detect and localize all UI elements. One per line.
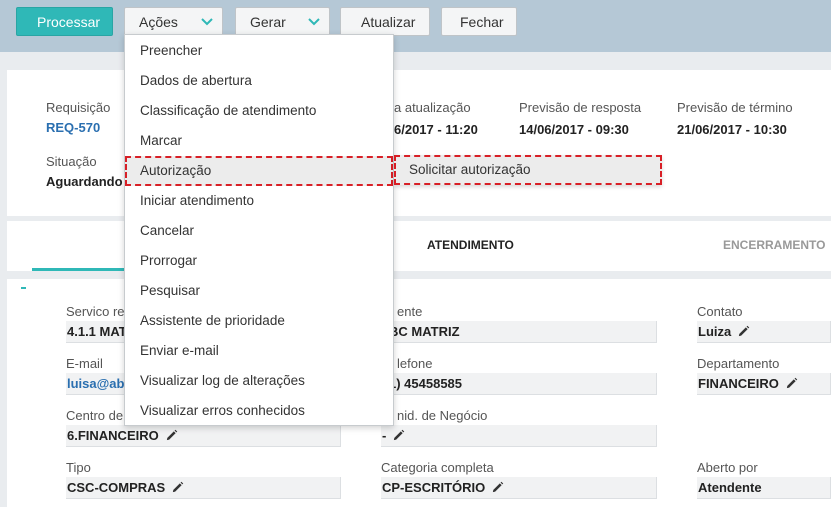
pencil-icon[interactable] [171, 481, 184, 494]
menu-item-autorizacao[interactable]: Autorização [125, 156, 393, 186]
email-label: E-mail [66, 356, 103, 371]
cliente-label: ente [397, 304, 423, 319]
processar-button[interactable]: Processar [16, 7, 113, 36]
menu-item-preencher[interactable]: Preencher [125, 36, 393, 66]
menu-item-erros-conhecidos[interactable]: Visualizar erros conhecidos [125, 396, 393, 426]
menu-item-cancelar[interactable]: Cancelar [125, 216, 393, 246]
previsao-resposta-value: 14/06/2017 - 09:30 [519, 122, 629, 137]
ultima-atualizacao-label: a atualização [394, 100, 471, 115]
atualizar-button[interactable]: Atualizar [340, 7, 430, 36]
categoria-text: CP-ESCRITÓRIO [382, 480, 486, 495]
unid-value: - [382, 428, 405, 443]
menu-item-classificacao[interactable]: Classificação de atendimento [125, 96, 393, 126]
menu-item-marcar[interactable]: Marcar [125, 126, 393, 156]
contato-label: Contato [697, 304, 743, 319]
tab-encerramento[interactable]: ENCERRAMENTO [723, 238, 825, 252]
tipo-label: Tipo [66, 460, 91, 475]
submenu-item-solicitar-autorizacao[interactable]: Solicitar autorização [394, 155, 662, 185]
pencil-icon[interactable] [165, 429, 178, 442]
chevron-down-icon [308, 18, 320, 26]
previsao-termino-label: Previsão de término [677, 100, 793, 115]
collapse-marker [21, 287, 26, 289]
categoria-value: CP-ESCRITÓRIO [382, 480, 504, 495]
chevron-down-icon [201, 18, 213, 26]
unid-text: - [382, 428, 387, 443]
unid-label: nid. de Negócio [397, 408, 488, 423]
pencil-icon[interactable] [737, 325, 750, 338]
telefone-label: lefone [397, 356, 433, 371]
pencil-icon[interactable] [491, 481, 504, 494]
menu-item-pesquisar[interactable]: Pesquisar [125, 276, 393, 306]
acoes-label: Ações [139, 13, 178, 30]
tab-atendimento[interactable]: ATENDIMENTO [427, 238, 514, 252]
previsao-resposta-label: Previsão de resposta [519, 100, 642, 115]
menu-item-prorrogar[interactable]: Prorrogar [125, 246, 393, 276]
tipo-text: CSC-COMPRAS [67, 480, 166, 495]
aberto-value: Atendente [698, 480, 762, 495]
requisicao-link[interactable]: REQ-570 [46, 120, 100, 135]
pencil-icon[interactable] [785, 377, 798, 390]
fechar-button[interactable]: Fechar [441, 7, 517, 36]
pencil-icon[interactable] [392, 429, 405, 442]
contato-value: Luiza [698, 324, 750, 339]
centro-text: 6.FINANCEIRO [67, 428, 159, 443]
tipo-value: CSC-COMPRAS [67, 480, 184, 495]
menu-item-assistente-prioridade[interactable]: Assistente de prioridade [125, 306, 393, 336]
departamento-text: FINANCEIRO [698, 376, 779, 391]
ultima-atualizacao-value: 6/2017 - 11:20 [394, 122, 478, 137]
menu-item-log-alteracoes[interactable]: Visualizar log de alterações [125, 366, 393, 396]
gerar-label: Gerar [250, 13, 286, 30]
centro-value: 6.FINANCEIRO [67, 428, 178, 443]
email-value[interactable]: luisa@ab [67, 376, 124, 391]
gerar-button[interactable]: Gerar [235, 7, 330, 36]
servico-label: Servico req [66, 304, 132, 319]
menu-item-iniciar-atendimento[interactable]: Iniciar atendimento [125, 186, 393, 216]
acoes-button[interactable]: Ações [124, 7, 223, 36]
aberto-label: Aberto por [697, 460, 758, 475]
previsao-termino-value: 21/06/2017 - 10:30 [677, 122, 787, 137]
departamento-value: FINANCEIRO [698, 376, 798, 391]
acoes-dropdown-menu: Preencher Dados de abertura Classificaçã… [124, 34, 394, 426]
departamento-label: Departamento [697, 356, 780, 371]
unid-field [381, 425, 657, 447]
situacao-value: Aguardando [46, 174, 123, 189]
menu-item-dados-abertura[interactable]: Dados de abertura [125, 66, 393, 96]
menu-item-enviar-email[interactable]: Enviar e-mail [125, 336, 393, 366]
categoria-label: Categoria completa [381, 460, 494, 475]
situacao-label: Situação [46, 154, 97, 169]
servico-value: 4.1.1 MAT [67, 324, 127, 339]
cliente-value: BC MATRIZ [389, 324, 460, 339]
contato-text: Luiza [698, 324, 732, 339]
telefone-value: 1) 45458585 [389, 376, 463, 391]
requisicao-label: Requisição [46, 100, 111, 115]
